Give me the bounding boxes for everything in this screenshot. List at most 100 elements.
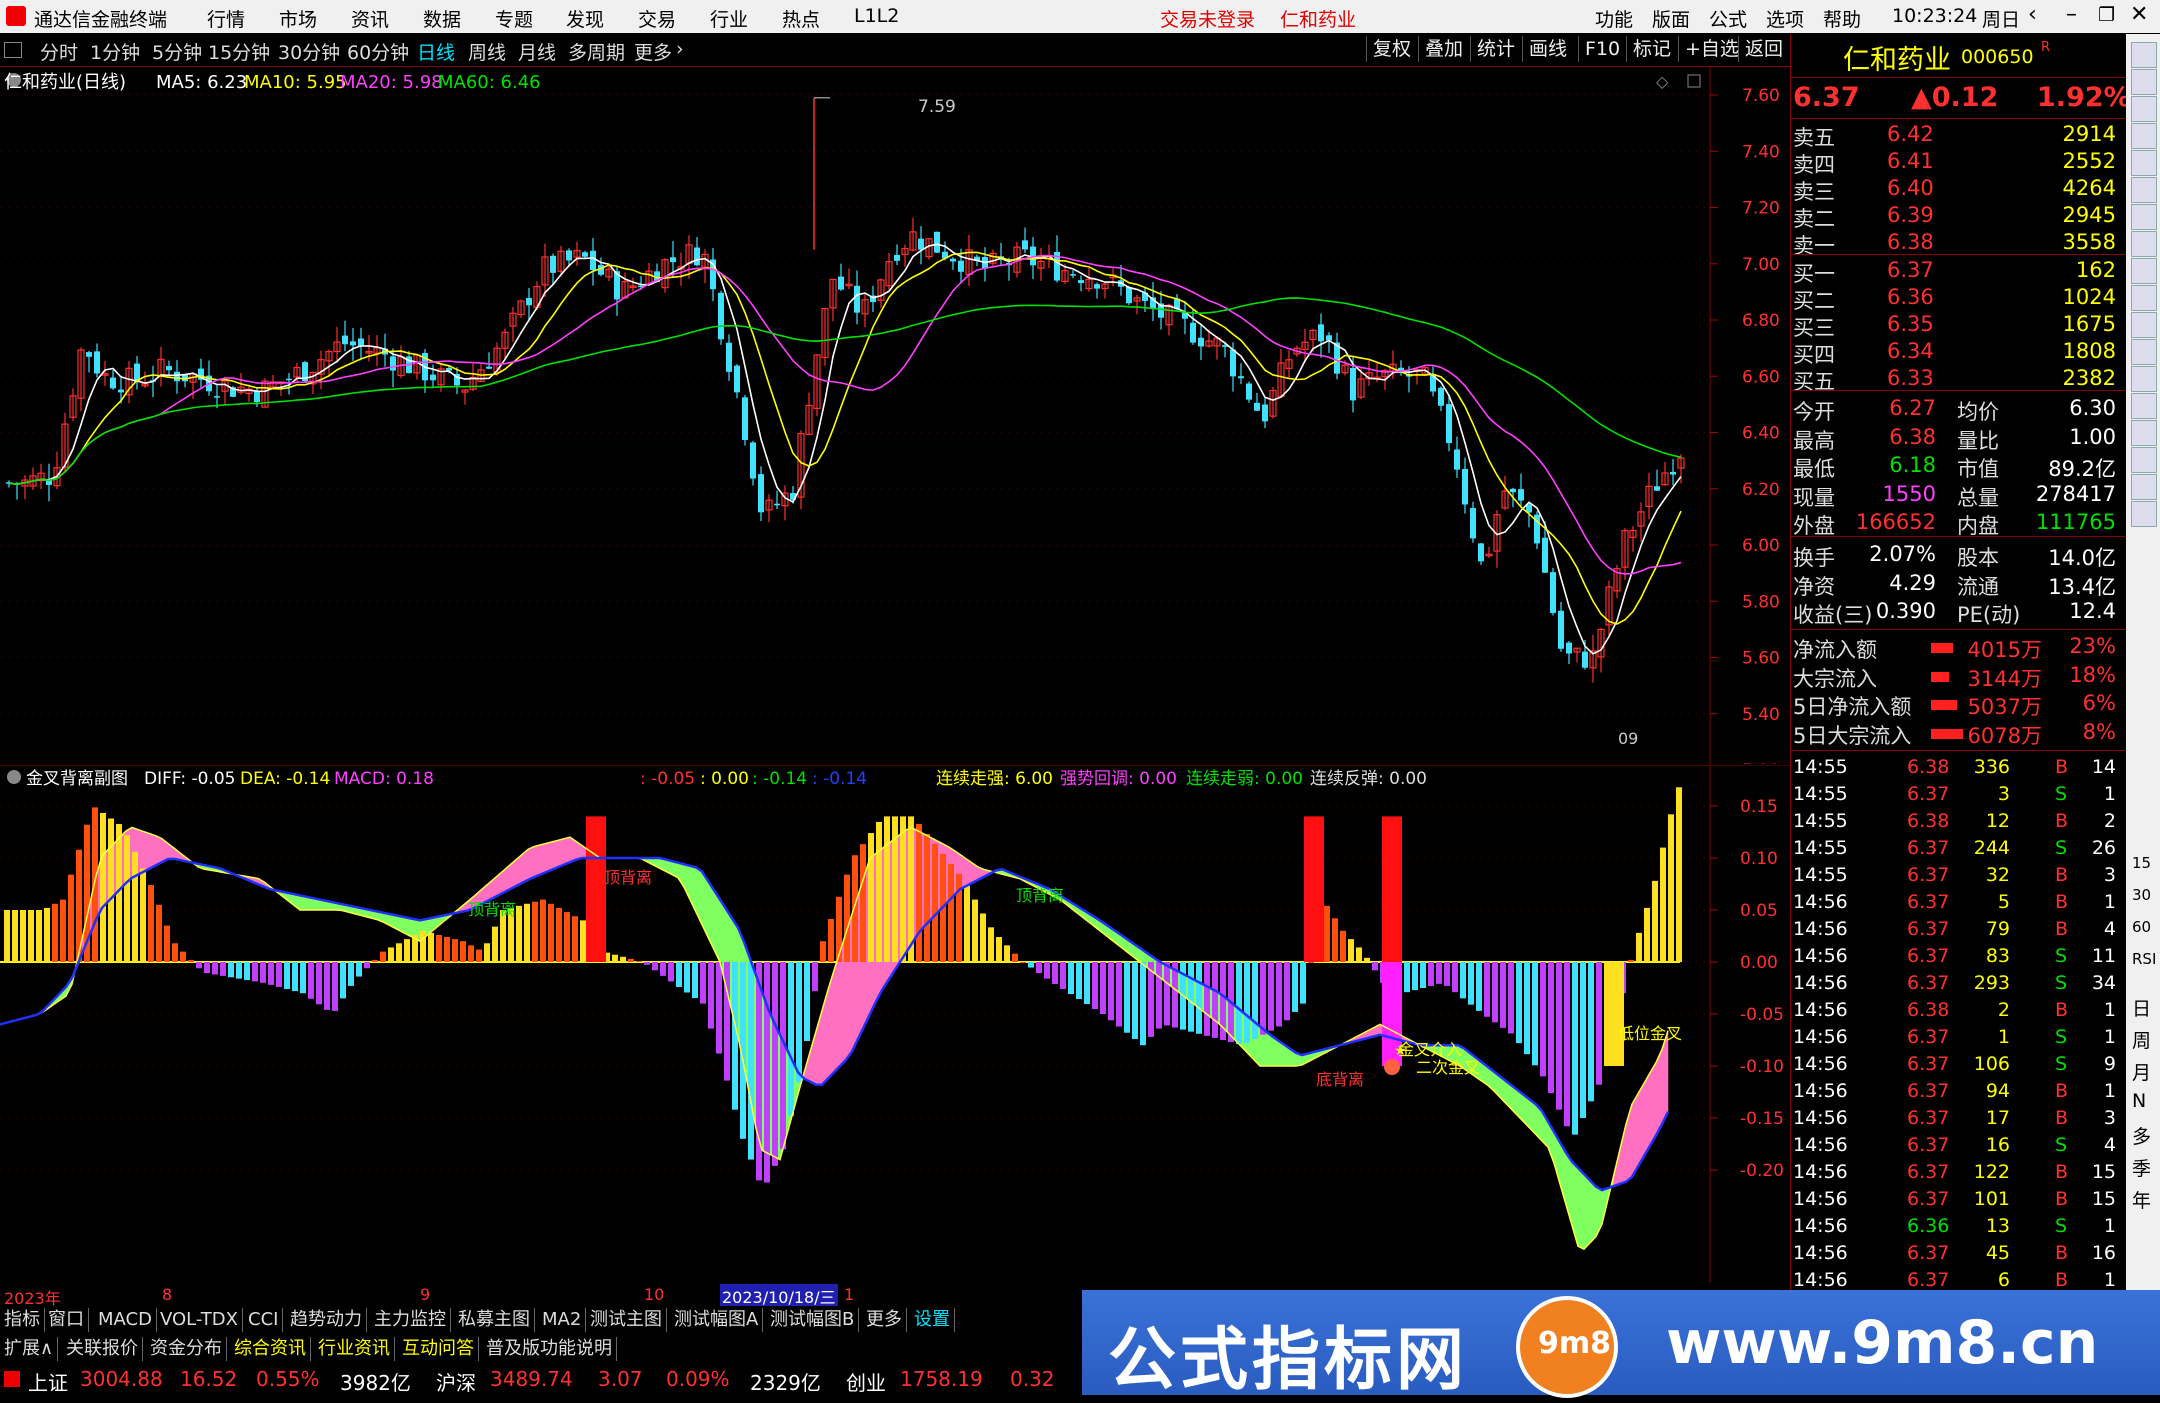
ask-price[interactable]: 6.38 (1887, 230, 1934, 254)
side-period-1[interactable]: 周 (2132, 1026, 2151, 1053)
side-button[interactable]: RSI (2132, 950, 2156, 968)
side-tool-icon[interactable] (2131, 474, 2157, 500)
menu-jiaoyi[interactable]: 交易 (638, 5, 676, 32)
period-1min[interactable]: 1分钟 (90, 38, 140, 65)
side-period-0[interactable]: 日 (2132, 994, 2151, 1021)
index-cy-name[interactable]: 创业 (846, 1367, 886, 1396)
tab-zhuli-jiankong[interactable]: 主力监控 (370, 1308, 451, 1332)
tab-chuangkou[interactable]: 窗口 (44, 1308, 89, 1332)
menu-zhuanti[interactable]: 专题 (495, 5, 533, 32)
tab-ma2[interactable]: MA2 (538, 1308, 587, 1332)
tab-zonghe-zixun[interactable]: 综合资讯 (230, 1337, 311, 1361)
tool-diejia[interactable]: 叠加 (1418, 36, 1469, 62)
period-15min[interactable]: 15分钟 (208, 38, 270, 65)
login-status[interactable]: 交易未登录 (1160, 5, 1255, 32)
tab-guanlian-baojia[interactable]: 关联报价 (62, 1337, 143, 1361)
tab-shezhi[interactable]: 设置 (910, 1308, 955, 1332)
side-period-4[interactable]: 多 (2132, 1122, 2151, 1149)
bid-price[interactable]: 6.37 (1887, 258, 1934, 282)
macd-subchart[interactable]: 0.15 0.10 0.05 0.00 -0.05 -0.10 -0.15 -0.20 金叉背… (0, 765, 1790, 1283)
side-tool-icon[interactable] (2131, 231, 2157, 257)
period-more[interactable]: 更多 (634, 38, 672, 65)
side-tool-icon[interactable] (2131, 258, 2157, 284)
tool-fuquan[interactable]: 复权 (1366, 36, 1417, 62)
maximize-icon[interactable]: ❐ (2098, 4, 2115, 26)
side-tool-icon[interactable] (2131, 420, 2157, 446)
index-hs-name[interactable]: 沪深 (436, 1367, 476, 1396)
tab-pujiban-shuoming[interactable]: 普及版功能说明 (482, 1337, 617, 1361)
diamond-icon[interactable]: ◇ (1656, 72, 1669, 91)
menu-faxian[interactable]: 发现 (566, 5, 604, 32)
tab-vol-tdx[interactable]: VOL-TDX (156, 1308, 243, 1332)
side-tool-icon[interactable] (2131, 69, 2157, 95)
side-period-2[interactable]: 月 (2132, 1058, 2151, 1085)
ask-price[interactable]: 6.40 (1887, 176, 1934, 200)
side-button[interactable]: 15 (2132, 854, 2151, 872)
side-tool-icon[interactable] (2131, 339, 2157, 365)
tool-biaoji[interactable]: 标记 (1626, 36, 1677, 62)
tool-f10[interactable]: F10 (1578, 36, 1626, 62)
side-period-6[interactable]: 年 (2132, 1186, 2151, 1213)
menu-shuju[interactable]: 数据 (423, 5, 461, 32)
menu-shichang[interactable]: 市场 (279, 5, 317, 32)
index-sh-name[interactable]: 上证 (28, 1367, 68, 1396)
side-tool-icon[interactable] (2131, 366, 2157, 392)
tab-zijin-fenbu[interactable]: 资金分布 (146, 1337, 227, 1361)
side-tool-icon[interactable] (2131, 123, 2157, 149)
tab-ceshi-zhutu[interactable]: 测试主图 (586, 1308, 667, 1332)
menu-hangqing[interactable]: 行情 (207, 5, 245, 32)
menu-gongneng[interactable]: 功能 (1595, 5, 1633, 32)
tab-simu-zhutu[interactable]: 私募主图 (454, 1308, 535, 1332)
bid-price[interactable]: 6.36 (1887, 285, 1934, 309)
price-chart[interactable]: 7.60 7.40 7.20 7.00 6.80 6.60 6.40 6.20 6.00 5.80… (0, 67, 1790, 764)
tab-qushi-dongli[interactable]: 趋势动力 (286, 1308, 367, 1332)
subchart-settings-icon[interactable] (7, 770, 21, 784)
side-tool-icon[interactable] (2131, 177, 2157, 203)
period-weekly[interactable]: 周线 (468, 38, 506, 65)
menu-banmian[interactable]: 版面 (1652, 5, 1690, 32)
minimize-icon[interactable]: – (2066, 2, 2077, 27)
menu-redian[interactable]: 热点 (782, 5, 820, 32)
menu-gongshi[interactable]: 公式 (1709, 5, 1747, 32)
menu-xuanxiang[interactable]: 选项 (1766, 5, 1804, 32)
tab-ceshi-futu-a[interactable]: 测试幅图A (670, 1308, 764, 1332)
side-tool-icon[interactable] (2131, 96, 2157, 122)
ask-price[interactable]: 6.41 (1887, 149, 1934, 173)
tool-tongji[interactable]: 统计 (1470, 36, 1521, 62)
bid-price[interactable]: 6.34 (1887, 339, 1934, 363)
menu-bangzhu[interactable]: 帮助 (1823, 5, 1861, 32)
tab-hudong-wenda[interactable]: 互动问答 (398, 1337, 479, 1361)
tool-fanhui[interactable]: 返回 (1738, 36, 1789, 62)
panel-toggle-icon[interactable] (4, 42, 22, 58)
bid-price[interactable]: 6.35 (1887, 312, 1934, 336)
menu-zixun[interactable]: 资讯 (351, 5, 389, 32)
side-period-3[interactable]: N (2132, 1090, 2146, 1112)
menu-l1l2[interactable]: L1L2 (854, 5, 899, 27)
side-tool-icon[interactable] (2131, 42, 2157, 68)
side-tool-icon[interactable] (2131, 501, 2157, 527)
tab-gengduo[interactable]: 更多 (862, 1308, 907, 1332)
period-daily[interactable]: 日线 (417, 38, 455, 65)
tab-macd[interactable]: MACD (94, 1308, 157, 1332)
tab-cci[interactable]: CCI (244, 1308, 284, 1332)
side-tool-icon[interactable] (2131, 312, 2157, 338)
side-tool-icon[interactable] (2131, 285, 2157, 311)
tool-huaxian[interactable]: 画线 (1522, 36, 1573, 62)
period-multi[interactable]: 多周期 (568, 38, 625, 65)
close-icon[interactable]: ✕ (2130, 2, 2148, 27)
period-30min[interactable]: 30分钟 (278, 38, 340, 65)
period-60min[interactable]: 60分钟 (347, 38, 409, 65)
tab-kuozhan[interactable]: 扩展∧ (0, 1337, 59, 1361)
ask-price[interactable]: 6.39 (1887, 203, 1934, 227)
side-tool-icon[interactable] (2131, 393, 2157, 419)
side-tool-icon[interactable] (2131, 150, 2157, 176)
chevron-right-icon[interactable]: › (676, 38, 684, 60)
side-tool-icon[interactable] (2131, 204, 2157, 230)
side-period-5[interactable]: 季 (2132, 1154, 2151, 1181)
ask-price[interactable]: 6.42 (1887, 122, 1934, 146)
tab-hangye-zixun[interactable]: 行业资讯 (314, 1337, 395, 1361)
tool-zixuan[interactable]: +自选 (1678, 36, 1745, 62)
period-monthly[interactable]: 月线 (518, 38, 556, 65)
period-5min[interactable]: 5分钟 (152, 38, 202, 65)
menu-hangye[interactable]: 行业 (710, 5, 748, 32)
